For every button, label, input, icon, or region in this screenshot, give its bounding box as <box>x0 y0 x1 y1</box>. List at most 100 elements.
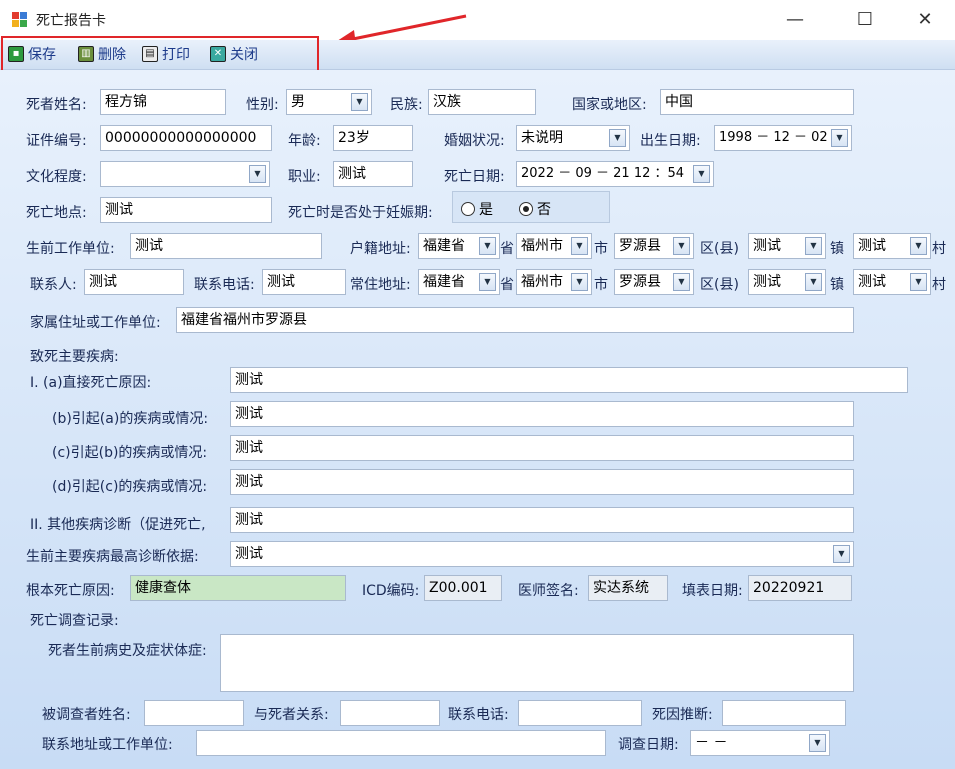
chevron-down-icon[interactable]: ▼ <box>805 237 822 255</box>
death-place-input[interactable]: 测试 <box>100 197 272 223</box>
death-date-picker[interactable]: 2022 － 09 － 21 12 ：54 ▼ <box>516 161 714 187</box>
chevron-down-icon[interactable]: ▼ <box>479 273 496 291</box>
cause-b-input[interactable]: 测试 <box>230 401 854 427</box>
resident-province-value: 福建省 <box>423 274 465 290</box>
cause-c-label: (c)引起(b)的疾病或情况: <box>52 445 208 461</box>
pregnant-radio-group: 是 否 <box>452 191 610 223</box>
contact-phone-input[interactable]: 测试 <box>262 269 346 295</box>
household-town-unit: 镇 <box>830 241 844 257</box>
other-disease-label: II. 其他疾病诊断（促进死亡, <box>30 517 206 533</box>
age-input[interactable]: 23岁 <box>333 125 413 151</box>
calendar-dropdown-icon[interactable]: ▼ <box>831 129 848 147</box>
family-address-input[interactable]: 福建省福州市罗源县 <box>176 307 854 333</box>
close-window-button[interactable]: ✕ <box>902 0 948 40</box>
chevron-down-icon[interactable]: ▼ <box>673 273 690 291</box>
ethnic-input[interactable]: 汉族 <box>428 89 536 115</box>
birth-date-picker[interactable]: 1998 － 12 － 02 ▼ <box>714 125 852 151</box>
marital-select[interactable]: 未说明 ▼ <box>516 125 630 151</box>
job-input[interactable]: 测试 <box>333 161 413 187</box>
chevron-down-icon[interactable]: ▼ <box>910 237 927 255</box>
death-date-label: 死亡日期: <box>444 169 505 185</box>
name-input[interactable]: 程方锦 <box>100 89 226 115</box>
pregnant-yes-radio[interactable]: 是 <box>461 199 493 219</box>
pregnant-no-label: 否 <box>537 202 551 218</box>
chevron-down-icon[interactable]: ▼ <box>479 237 496 255</box>
diagnosis-basis-select[interactable]: 测试 ▼ <box>230 541 854 567</box>
household-town-select[interactable]: 测试 ▼ <box>748 233 826 259</box>
chevron-down-icon[interactable]: ▼ <box>571 273 588 291</box>
resident-town-select[interactable]: 测试 ▼ <box>748 269 826 295</box>
relation-input[interactable] <box>340 700 440 726</box>
cause-b-label: (b)引起(a)的疾病或情况: <box>52 411 209 427</box>
resident-city-select[interactable]: 福州市 ▼ <box>516 269 592 295</box>
resident-label: 常住地址: <box>350 277 411 293</box>
chevron-down-icon[interactable]: ▼ <box>673 237 690 255</box>
history-textarea[interactable] <box>220 634 854 692</box>
resident-district-value: 罗源县 <box>619 274 661 290</box>
pregnant-no-radio[interactable]: 否 <box>519 199 551 219</box>
workplace-input[interactable]: 测试 <box>130 233 322 259</box>
job-label: 职业: <box>288 169 321 185</box>
household-village-value: 测试 <box>858 238 886 254</box>
cause-a-input[interactable]: 测试 <box>230 367 908 393</box>
survey-phone-label: 联系电话: <box>448 707 509 723</box>
chevron-down-icon[interactable]: ▼ <box>609 129 626 147</box>
birth-value: 1998 － 12 － 02 <box>719 130 828 145</box>
minimize-button[interactable]: — <box>772 0 818 40</box>
household-label: 户籍地址: <box>350 241 411 257</box>
root-cause-label: 根本死亡原因: <box>26 583 115 599</box>
respondent-input[interactable] <box>144 700 244 726</box>
chevron-down-icon[interactable]: ▼ <box>571 237 588 255</box>
chevron-down-icon[interactable]: ▼ <box>805 273 822 291</box>
household-province-unit: 省 <box>500 241 514 257</box>
cause-c-input[interactable]: 测试 <box>230 435 854 461</box>
family-address-label: 家属住址或工作单位: <box>30 315 161 331</box>
other-disease-input[interactable]: 测试 <box>230 507 854 533</box>
cause-d-input[interactable]: 测试 <box>230 469 854 495</box>
contact-input[interactable]: 测试 <box>84 269 184 295</box>
diagnosis-basis-value: 测试 <box>235 546 263 562</box>
chevron-down-icon[interactable]: ▼ <box>351 93 368 111</box>
survey-address-input[interactable] <box>196 730 606 756</box>
root-cause-input[interactable]: 健康查体 <box>130 575 346 601</box>
calendar-dropdown-icon[interactable]: ▼ <box>809 734 826 752</box>
household-village-select[interactable]: 测试 ▼ <box>853 233 931 259</box>
household-district-select[interactable]: 罗源县 ▼ <box>614 233 694 259</box>
survey-phone-input[interactable] <box>518 700 642 726</box>
cause-inference-label: 死因推断: <box>652 707 713 723</box>
resident-district-select[interactable]: 罗源县 ▼ <box>614 269 694 295</box>
cause-d-label: (d)引起(c)的疾病或情况: <box>52 479 208 495</box>
household-city-select[interactable]: 福州市 ▼ <box>516 233 592 259</box>
country-input[interactable]: 中国 <box>660 89 854 115</box>
survey-date-picker[interactable]: － － ▼ <box>690 730 830 756</box>
name-label: 死者姓名: <box>26 97 87 113</box>
chevron-down-icon[interactable]: ▼ <box>910 273 927 291</box>
household-province-value: 福建省 <box>423 238 465 254</box>
chevron-down-icon[interactable]: ▼ <box>833 545 850 563</box>
birth-label: 出生日期: <box>640 133 701 149</box>
resident-province-select[interactable]: 福建省 ▼ <box>418 269 500 295</box>
resident-town-unit: 镇 <box>830 277 844 293</box>
pregnant-yes-label: 是 <box>479 202 493 218</box>
marital-value: 未说明 <box>521 130 563 146</box>
chevron-down-icon[interactable]: ▼ <box>249 165 266 183</box>
household-village-unit: 村 <box>932 241 946 257</box>
sex-select[interactable]: 男 ▼ <box>286 89 372 115</box>
education-select[interactable]: ▼ <box>100 161 270 187</box>
cause-inference-input[interactable] <box>722 700 846 726</box>
fill-date-input[interactable]: 20220921 <box>748 575 852 601</box>
household-district-value: 罗源县 <box>619 238 661 254</box>
doctor-input[interactable]: 实达系统 <box>588 575 668 601</box>
fill-date-label: 填表日期: <box>682 583 743 599</box>
maximize-button[interactable]: ☐ <box>842 0 888 40</box>
disease-section-label: 致死主要疾病: <box>30 349 119 365</box>
icd-input[interactable]: Z00.001 <box>424 575 502 601</box>
resident-city-unit: 市 <box>594 277 608 293</box>
resident-city-value: 福州市 <box>521 274 563 290</box>
calendar-dropdown-icon[interactable]: ▼ <box>693 165 710 183</box>
resident-village-select[interactable]: 测试 ▼ <box>853 269 931 295</box>
household-province-select[interactable]: 福建省 ▼ <box>418 233 500 259</box>
id-input[interactable]: 00000000000000000 <box>100 125 272 151</box>
relation-label: 与死者关系: <box>254 707 329 723</box>
radio-checked-icon <box>519 202 533 216</box>
